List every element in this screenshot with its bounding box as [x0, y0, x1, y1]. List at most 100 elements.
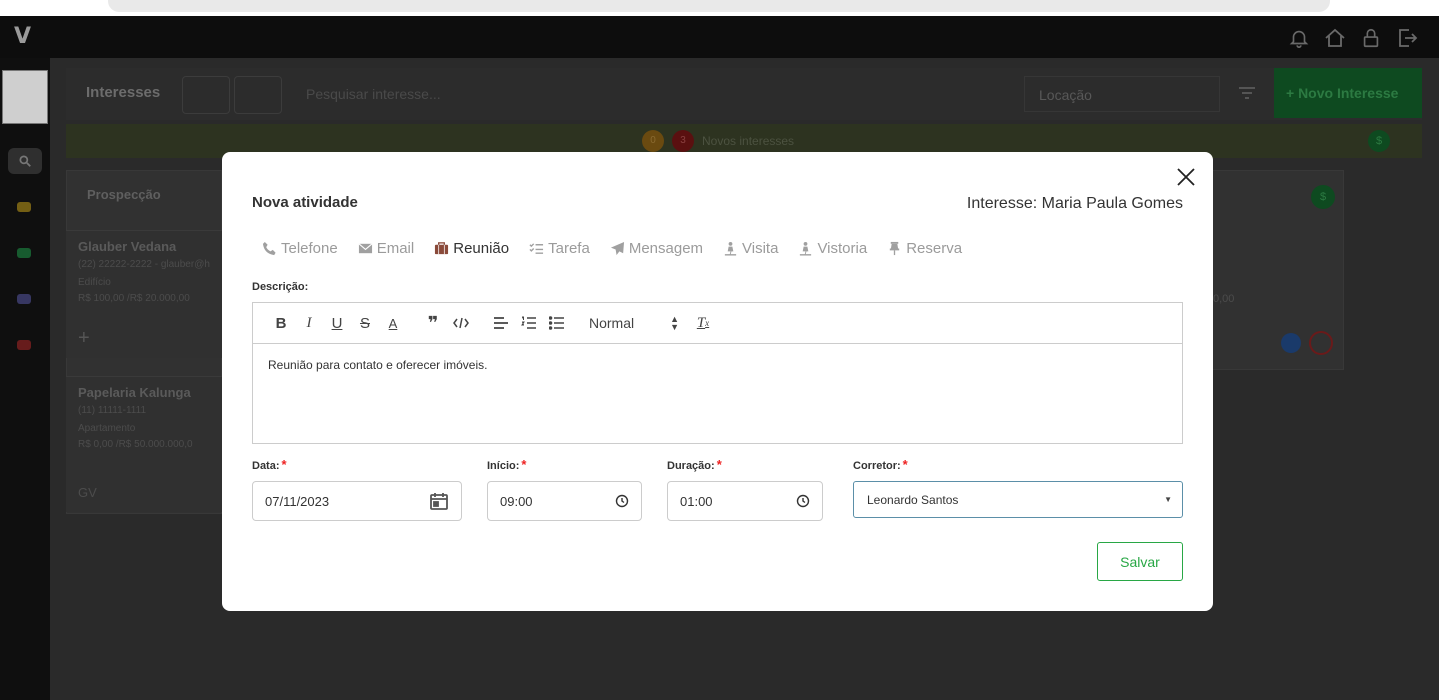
lead-type: Edifício [78, 277, 111, 288]
column-title: Prospecção [87, 187, 161, 202]
tab-mensagem[interactable]: Mensagem [610, 240, 703, 257]
status-dot [1281, 333, 1301, 353]
ordered-list-icon [521, 316, 536, 329]
lead-type: Apartamento [78, 423, 136, 434]
caret-down-icon: ▼ [1164, 495, 1172, 504]
logout-icon[interactable] [1393, 24, 1421, 52]
start-label: Início: * [487, 457, 527, 472]
modal-title: Nova atividade [252, 194, 358, 211]
calendar-icon[interactable] [429, 491, 449, 511]
align-left-icon [494, 317, 508, 329]
strike-button[interactable]: S [351, 311, 379, 335]
tab-vistoria[interactable]: Vistoria [798, 240, 867, 257]
lock-icon[interactable] [1357, 24, 1385, 52]
lead-contact: (22) 22222-2222 - glauber@h [78, 259, 210, 270]
home-icon[interactable] [1321, 24, 1349, 52]
lead-price: R$ 0,00 /R$ 50.000.000,0 [78, 439, 193, 450]
clock-icon[interactable] [615, 494, 629, 508]
ordered-list-button[interactable] [515, 311, 543, 335]
code-block-button[interactable] [447, 311, 475, 335]
description-label: Descrição: [252, 281, 309, 293]
tab-visita[interactable]: Visita [723, 240, 778, 257]
bullet-list-icon [549, 316, 564, 330]
updown-icon: ▲ ▼ [670, 314, 679, 332]
broker-label: Corretor: * [853, 457, 908, 472]
paper-plane-icon [610, 241, 624, 256]
bell-icon[interactable] [1285, 24, 1313, 52]
tasks-icon [529, 243, 544, 254]
dollar-icon: $ [1311, 185, 1335, 209]
save-button[interactable]: Salvar [1097, 542, 1183, 581]
sidebar-item-dashboard[interactable] [17, 202, 31, 212]
close-icon[interactable] [1175, 166, 1197, 188]
avatar[interactable] [2, 70, 48, 124]
banner-badge-b: 3 [672, 130, 694, 152]
list-view-button[interactable] [234, 76, 282, 114]
pin-icon [890, 241, 900, 256]
align-button[interactable] [487, 311, 515, 335]
heading-select[interactable]: Normal ▲ ▼ [589, 311, 679, 335]
browser-bar [0, 0, 1439, 16]
broker-select[interactable]: Leonardo Santos ▼ [853, 481, 1183, 518]
walking-icon [724, 241, 737, 256]
lead-card[interactable]: Papelaria Kalunga (11) 11111-1111 Aparta… [66, 376, 222, 512]
briefcase-icon [435, 242, 449, 255]
add-activity-icon[interactable]: + [78, 327, 90, 350]
column-right: $ 0,00 [1210, 170, 1344, 370]
sidebar-item-people[interactable] [17, 294, 31, 304]
new-activity-modal: Nova atividade Interesse: Maria Paula Go… [222, 152, 1213, 611]
app-logo: V [14, 24, 32, 49]
lead-initials: GV [78, 485, 97, 500]
lead-price: 0,00 [1213, 293, 1235, 305]
tab-email[interactable]: Email [358, 240, 414, 257]
app-topbar: V [0, 16, 1439, 58]
tab-tarefa[interactable]: Tarefa [529, 240, 590, 257]
sidebar-item-leads[interactable] [17, 340, 31, 350]
start-time-field[interactable]: 09:00 [487, 481, 642, 521]
tab-reuniao[interactable]: Reunião [434, 240, 509, 257]
kanban-view-button[interactable] [182, 76, 230, 114]
lead-card[interactable]: Glauber Vedana (22) 22222-2222 - glauber… [66, 230, 222, 358]
duration-field[interactable]: 01:00 [667, 481, 823, 521]
duration-label: Duração: * [667, 457, 722, 472]
underline-button[interactable]: U [323, 311, 351, 335]
sidebar-item-properties[interactable] [17, 248, 31, 258]
lead-contact: (11) 11111-1111 [78, 405, 147, 416]
bullet-list-button[interactable] [543, 311, 571, 335]
editor-content[interactable]: Reunião para contato e oferecer imóveis. [253, 344, 1182, 386]
lead-name: Glauber Vedana [78, 239, 177, 254]
modal-subtitle: Interesse: Maria Paula Gomes [966, 195, 1183, 212]
envelope-icon [358, 243, 373, 254]
walking-icon [800, 241, 812, 256]
date-label: Data: * [252, 457, 287, 472]
new-interest-button[interactable]: + Novo Interesse [1274, 68, 1422, 118]
search-input[interactable]: Pesquisar interesse... [292, 76, 522, 112]
clear-format-button[interactable]: Tx [689, 311, 717, 335]
code-icon [453, 317, 469, 329]
bold-button[interactable]: B [267, 311, 295, 335]
clock-icon[interactable] [796, 494, 810, 508]
rich-text-editor: B I U S A ❞ Normal ▲ ▼ Tx Reunião para c… [252, 302, 1183, 444]
page-title: Interesses [86, 84, 161, 101]
filter-icon[interactable] [1238, 86, 1256, 100]
tab-reserva[interactable]: Reserva [887, 240, 962, 257]
banner-text: Novos interesses [702, 134, 795, 148]
phone-icon [262, 241, 276, 256]
lead-name: Papelaria Kalunga [78, 385, 191, 400]
business-type-select[interactable]: Locação [1024, 76, 1220, 112]
text-color-button[interactable]: A [379, 311, 407, 335]
editor-toolbar: B I U S A ❞ Normal ▲ ▼ Tx [253, 303, 1182, 344]
italic-button[interactable]: I [295, 311, 323, 335]
tab-telefone[interactable]: Telefone [262, 240, 338, 257]
banner-badge-a: 0 [642, 130, 664, 152]
dollar-icon: $ [1368, 130, 1390, 152]
address-bar[interactable] [108, 0, 1330, 12]
clock-icon [1309, 331, 1333, 355]
page-header: Interesses Pesquisar interesse... Locaçã… [66, 68, 1422, 120]
sidebar [0, 58, 50, 700]
blockquote-button[interactable]: ❞ [419, 311, 447, 335]
activity-type-tabs: Telefone Email Reunião Tarefa Mensagem V… [262, 240, 962, 257]
sidebar-search-button[interactable] [8, 148, 42, 174]
lead-price: R$ 100,00 /R$ 20.000,00 [78, 293, 190, 304]
date-field[interactable]: 07/11/2023 [252, 481, 462, 521]
